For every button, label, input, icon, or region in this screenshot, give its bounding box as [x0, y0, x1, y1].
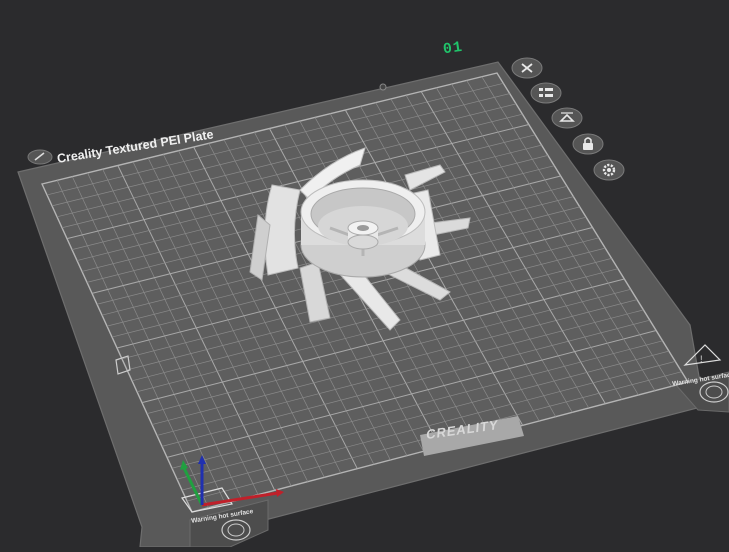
- close-plate-button[interactable]: [511, 57, 543, 79]
- arrange-objects-button[interactable]: [530, 82, 562, 104]
- auto-orient-button[interactable]: [551, 107, 583, 129]
- plate-settings-button[interactable]: [593, 159, 625, 181]
- 3d-viewport[interactable]: ! !: [0, 0, 729, 548]
- svg-text:!: !: [700, 354, 703, 364]
- plate-number[interactable]: 01: [442, 39, 464, 59]
- lock-plate-button[interactable]: [572, 133, 604, 155]
- gear-icon: [593, 159, 625, 181]
- arrange-icon: [530, 82, 562, 104]
- orient-icon: [551, 107, 583, 129]
- lock-icon: [572, 133, 604, 155]
- plate-notch: [379, 83, 387, 91]
- close-icon: [511, 57, 543, 79]
- plate-scene[interactable]: ! !: [0, 0, 729, 548]
